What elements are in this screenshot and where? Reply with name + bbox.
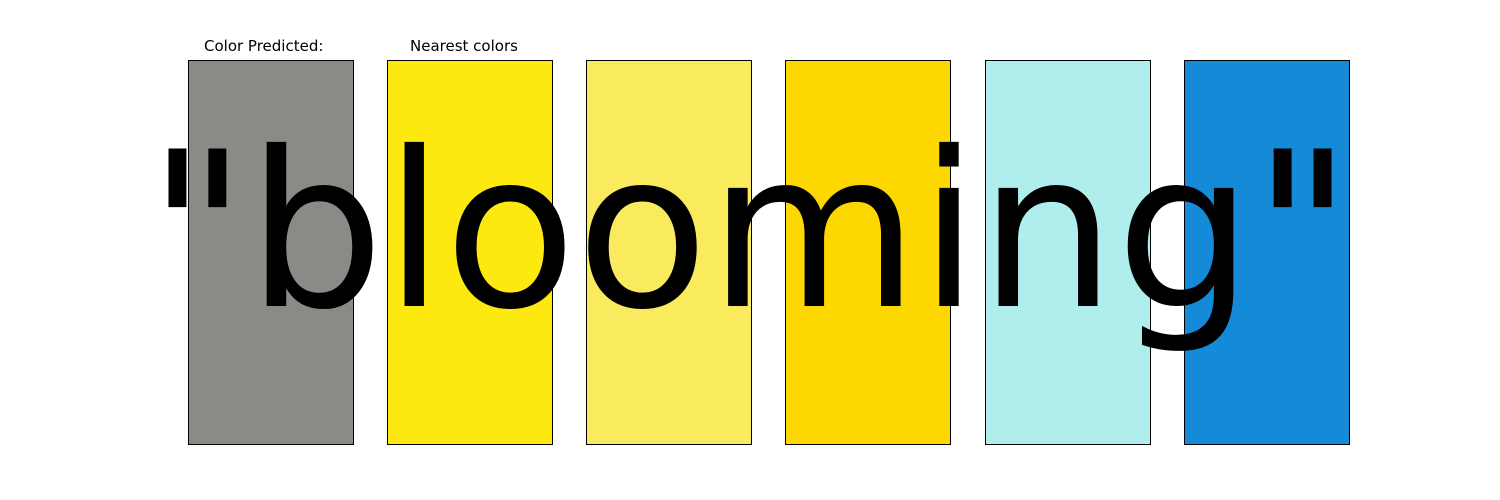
nearest-colors-label: Nearest colors bbox=[410, 37, 518, 55]
query-word: "blooming" bbox=[147, 106, 1353, 357]
predicted-color-label: Color Predicted: bbox=[204, 37, 324, 55]
